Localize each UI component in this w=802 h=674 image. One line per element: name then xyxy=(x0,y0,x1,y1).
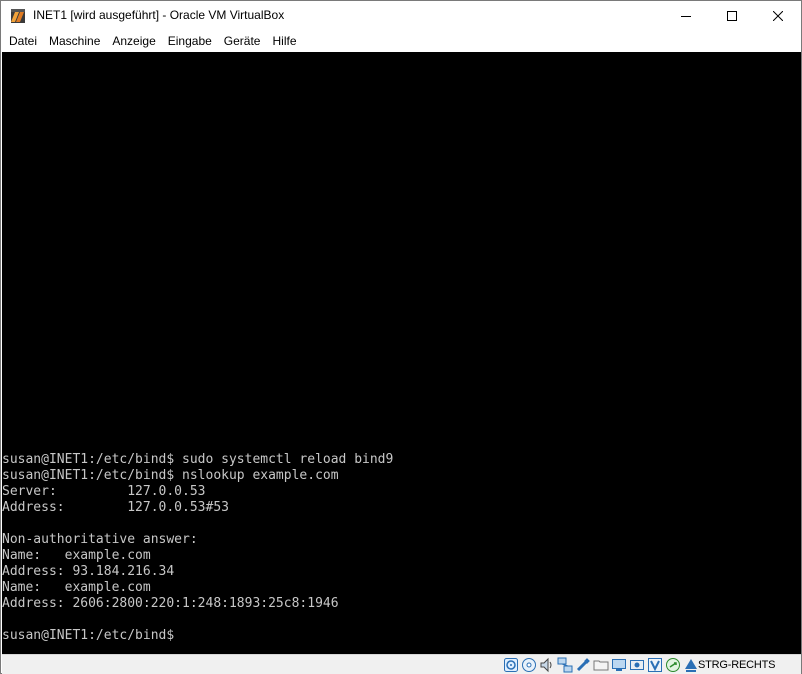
host-key-label: STRG-RECHTS xyxy=(698,659,776,671)
hard-disk-icon[interactable] xyxy=(503,657,519,673)
menu-geraete[interactable]: Geräte xyxy=(219,31,266,52)
console-line: Non-authoritative answer: xyxy=(2,532,198,547)
maximize-icon xyxy=(727,11,737,21)
console-line: Name: example.com xyxy=(2,548,151,563)
console-line: Address: 127.0.0.53#53 xyxy=(2,500,229,515)
title-bar[interactable]: INET1 [wird ausgeführt] - Oracle VM Virt… xyxy=(1,1,801,31)
menu-hilfe[interactable]: Hilfe xyxy=(267,31,301,52)
console-line: Name: example.com xyxy=(2,580,151,595)
minimize-button[interactable] xyxy=(663,1,709,31)
window-title: INET1 [wird ausgeführt] - Oracle VM Virt… xyxy=(33,8,285,22)
menu-bar: Datei Maschine Anzeige Eingabe Geräte Hi… xyxy=(1,31,801,52)
menu-anzeige[interactable]: Anzeige xyxy=(107,31,160,52)
menu-eingabe[interactable]: Eingabe xyxy=(163,31,217,52)
menu-datei[interactable]: Datei xyxy=(4,31,42,52)
console-line: susan@INET1:/etc/bind$ nslookup example.… xyxy=(2,468,339,483)
shared-folders-icon[interactable] xyxy=(593,657,609,673)
menu-maschine[interactable]: Maschine xyxy=(44,31,105,52)
console-line: susan@INET1:/etc/bind$ sudo systemctl re… xyxy=(2,452,394,467)
vm-console-screen[interactable]: susan@INET1:/etc/bind$ sudo systemctl re… xyxy=(2,52,801,654)
console-line: Server: 127.0.0.53 xyxy=(2,484,206,499)
network-icon[interactable] xyxy=(557,657,573,673)
host-key[interactable]: STRG-RECHTS xyxy=(695,656,775,674)
console-line: Address: 93.184.216.34 xyxy=(2,564,175,579)
close-button[interactable] xyxy=(755,1,801,31)
console-output: susan@INET1:/etc/bind$ sudo systemctl re… xyxy=(2,452,393,644)
virtualization-icon[interactable] xyxy=(647,657,663,673)
optical-drive-icon[interactable] xyxy=(521,657,537,673)
recording-icon[interactable] xyxy=(629,657,645,673)
mouse-integration-icon[interactable] xyxy=(665,657,681,673)
maximize-button[interactable] xyxy=(709,1,755,31)
close-icon xyxy=(773,11,783,21)
audio-icon[interactable] xyxy=(539,657,555,673)
minimize-icon xyxy=(681,16,691,17)
console-prompt: susan@INET1:/etc/bind$ xyxy=(2,628,175,643)
virtualbox-window: INET1 [wird ausgeführt] - Oracle VM Virt… xyxy=(0,0,802,674)
usb-icon[interactable] xyxy=(575,657,591,673)
status-icons xyxy=(503,656,701,674)
display-icon[interactable] xyxy=(611,657,627,673)
console-line: Address: 2606:2800:220:1:248:1893:25c8:1… xyxy=(2,596,339,611)
status-bar: STRG-RECHTS xyxy=(2,654,801,674)
virtualbox-app-icon[interactable] xyxy=(10,8,26,24)
